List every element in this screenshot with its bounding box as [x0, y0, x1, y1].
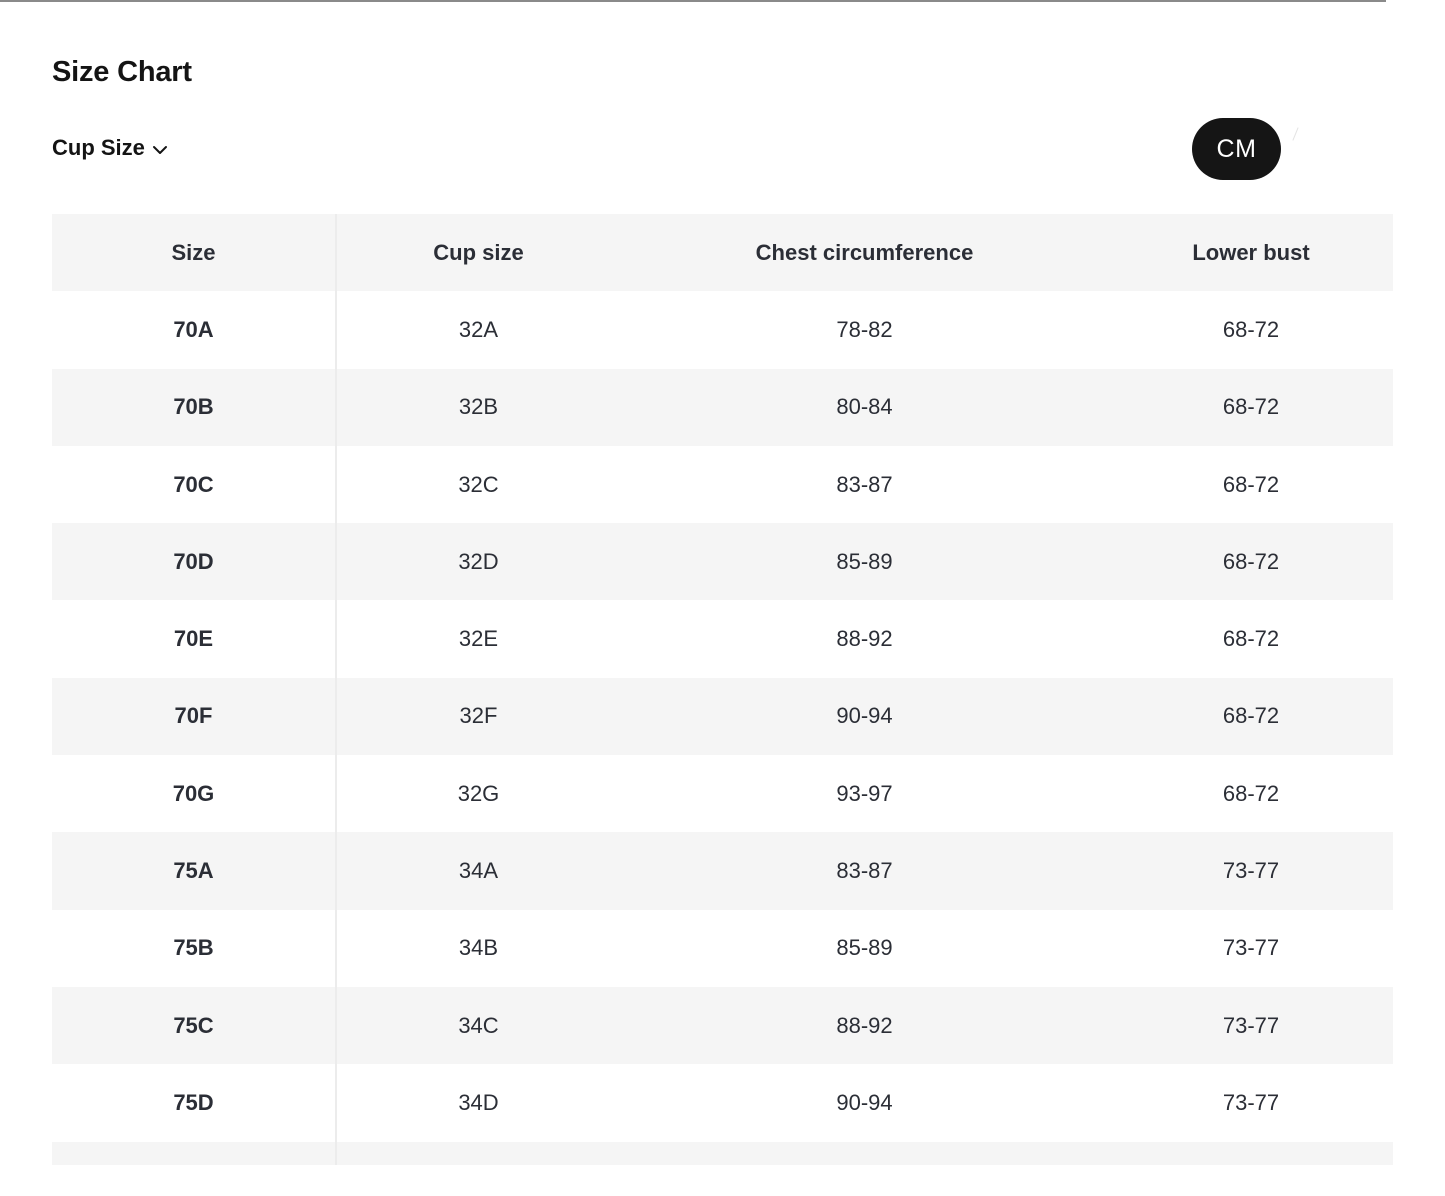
table-row: 75A 34A 83-87 73-77 [52, 832, 1393, 910]
table-row [52, 1141, 1393, 1165]
table-row: 70F 32F 90-94 68-72 [52, 677, 1393, 756]
chest-circumference-cell: 85-89 [620, 523, 1109, 601]
size-table-container[interactable]: Size Cup size Chest circumference Lower … [52, 214, 1393, 1165]
chest-circumference-cell: 80-84 [620, 368, 1109, 446]
lower-bust-cell: 68-72 [1109, 445, 1393, 524]
table-row: 70C 32C 83-87 68-72 [52, 445, 1393, 524]
column-header-chest-circumference: Chest circumference [620, 214, 1109, 292]
chest-circumference-cell [620, 1141, 1109, 1165]
size-type-label: Cup Size [52, 135, 145, 160]
size-cell: 70F [52, 677, 337, 756]
table-row: 70A 32A 78-82 68-72 [52, 291, 1393, 369]
chest-circumference-cell: 83-87 [620, 832, 1109, 910]
table-row: 70B 32B 80-84 68-72 [52, 368, 1393, 446]
table-row: 75D 34D 90-94 73-77 [52, 1064, 1393, 1142]
lower-bust-cell: 68-72 [1109, 600, 1393, 678]
table-header-row: Size Cup size Chest circumference Lower … [52, 214, 1393, 292]
top-divider [0, 0, 1386, 2]
table-row: 70G 32G 93-97 68-72 [52, 755, 1393, 833]
chest-circumference-cell: 83-87 [620, 445, 1109, 524]
chevron-down-icon [152, 145, 167, 154]
lower-bust-cell: 73-77 [1109, 909, 1393, 987]
chest-circumference-cell: 90-94 [620, 677, 1109, 756]
chest-circumference-cell: 93-97 [620, 755, 1109, 833]
cup-size-cell: 32G [336, 755, 620, 833]
unit-toggle-cm[interactable]: CM [1192, 118, 1281, 180]
page-title: Size Chart [52, 56, 192, 88]
size-cell [52, 1141, 337, 1165]
table-row: 75C 34C 88-92 73-77 [52, 986, 1393, 1065]
lower-bust-cell [1109, 1141, 1393, 1165]
size-cell: 70D [52, 523, 337, 601]
unit-separator [1292, 127, 1299, 141]
chest-circumference-cell: 90-94 [620, 1064, 1109, 1142]
lower-bust-cell: 73-77 [1109, 986, 1393, 1065]
chest-circumference-cell: 88-92 [620, 986, 1109, 1065]
chest-circumference-cell: 88-92 [620, 600, 1109, 678]
lower-bust-cell: 68-72 [1109, 677, 1393, 756]
cup-size-cell: 32F [336, 677, 620, 756]
cup-size-cell: 34D [336, 1064, 620, 1142]
chest-circumference-cell: 85-89 [620, 909, 1109, 987]
cup-size-cell: 32A [336, 291, 620, 369]
column-header-cup-size: Cup size [336, 214, 620, 292]
lower-bust-cell: 68-72 [1109, 291, 1393, 369]
size-cell: 70C [52, 445, 337, 524]
cup-size-cell: 34B [336, 909, 620, 987]
size-cell: 75D [52, 1064, 337, 1142]
lower-bust-cell: 68-72 [1109, 755, 1393, 833]
cup-size-cell: 32C [336, 445, 620, 524]
cup-size-cell: 32B [336, 368, 620, 446]
size-cell: 70B [52, 368, 337, 446]
table-row: 70D 32D 85-89 68-72 [52, 523, 1393, 601]
column-header-lower-bust: Lower bust [1109, 214, 1393, 292]
size-cell: 70G [52, 755, 337, 833]
size-cell: 70A [52, 291, 337, 369]
size-cell: 70E [52, 600, 337, 678]
size-cell: 75A [52, 832, 337, 910]
size-cell: 75B [52, 909, 337, 987]
chest-circumference-cell: 78-82 [620, 291, 1109, 369]
table-row: 70E 32E 88-92 68-72 [52, 600, 1393, 678]
cup-size-cell: 34A [336, 832, 620, 910]
lower-bust-cell: 73-77 [1109, 832, 1393, 910]
column-header-size: Size [52, 214, 337, 292]
cup-size-cell: 32E [336, 600, 620, 678]
cup-size-cell [336, 1141, 620, 1165]
size-table: Size Cup size Chest circumference Lower … [52, 214, 1393, 1165]
lower-bust-cell: 73-77 [1109, 1064, 1393, 1142]
size-type-dropdown[interactable]: Cup Size [52, 132, 169, 164]
lower-bust-cell: 68-72 [1109, 368, 1393, 446]
cup-size-cell: 34C [336, 986, 620, 1065]
lower-bust-cell: 68-72 [1109, 523, 1393, 601]
table-row: 75B 34B 85-89 73-77 [52, 909, 1393, 987]
cup-size-cell: 32D [336, 523, 620, 601]
size-cell: 75C [52, 986, 337, 1065]
